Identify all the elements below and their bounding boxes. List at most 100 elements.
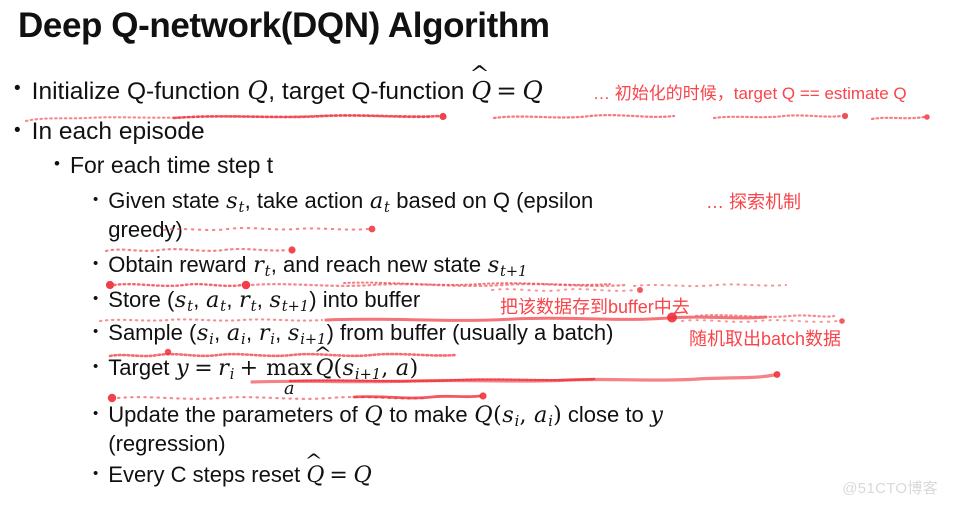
math-q: Q (247, 76, 268, 105)
text-fragment: Obtain reward (108, 252, 253, 277)
text-fragment: , (275, 320, 288, 345)
bullet-for-each-time-step-text: For each time step t (69, 152, 274, 178)
math-r: r (218, 355, 229, 381)
text-fragment: , (245, 320, 259, 345)
bullet-in-each-episode: • In each episode (14, 118, 205, 146)
text-fragment: , (193, 287, 206, 312)
bullet-every-c-steps-text: Every C steps reset Q=Q (108, 462, 372, 488)
bullet-dot: • (54, 154, 60, 173)
math-s: s (502, 402, 514, 428)
bullet-every-c-steps: • Every C steps reset Q=Q (93, 462, 372, 488)
annotation-sample-batch: 随机取出batch数据 (689, 329, 842, 349)
bullet-dot: • (93, 465, 99, 482)
annotation-initialize: … 初始化的时候，target Q == estimate Q (593, 84, 907, 103)
bullet-dot: • (93, 290, 99, 307)
bullet-dot: • (93, 191, 99, 208)
math-equals: = (329, 463, 348, 488)
math-equals: = (496, 76, 517, 105)
bullet-target: • Target y=ri+ maxaQ(si+1, a) (93, 355, 418, 399)
bullet-in-each-episode-text: In each episode (31, 118, 205, 145)
math-s: s (287, 320, 300, 346)
math-q-hat: Q (315, 356, 333, 381)
annotation-exploration: … 探索机制 (706, 192, 802, 212)
text-fragment: , take action (244, 188, 370, 213)
text-fragment: , target Q-function (268, 78, 472, 105)
text-fragment: Store ( (108, 287, 175, 312)
math-r: r (253, 252, 264, 278)
bullet-update-text: Update the parameters of Q to make Q(si,… (108, 402, 688, 457)
text-fragment: , and reach new state (270, 252, 488, 277)
math-subscript: t+1 (281, 298, 309, 315)
text-fragment: Update the parameters of (108, 402, 364, 427)
bullet-for-each-time-step: • For each time step t (54, 152, 273, 179)
math-q-hat: Q (471, 76, 491, 105)
math-a: a (369, 188, 384, 214)
bullet-target-text: Target y=ri+ maxaQ(si+1, a) (108, 355, 418, 399)
text-fragment: ( (333, 356, 343, 381)
math-y: y (176, 355, 189, 381)
bullet-dot: • (93, 358, 99, 375)
math-s: s (174, 287, 187, 313)
text-fragment: ) from buffer (usually a batch) (326, 320, 614, 345)
text-fragment: Sample ( (108, 320, 197, 345)
bullet-dot: • (14, 120, 21, 141)
bullet-update: • Update the parameters of Q to make Q(s… (93, 402, 688, 457)
bullet-initialize: • Initialize Q-function Q, target Q-func… (14, 76, 543, 106)
page-title: Deep Q-network(DQN) Algorithm (18, 6, 550, 45)
text-fragment: Initialize Q-function (31, 78, 247, 105)
math-q: Q (364, 402, 383, 428)
bullet-store-text: Store (st, at, rt, st+1) into buffer (108, 287, 420, 315)
bullet-dot: • (14, 78, 21, 99)
math-s: s (269, 287, 281, 313)
text-fragment: , (214, 320, 227, 345)
text-fragment: Target (108, 355, 176, 380)
text-fragment: , (381, 356, 396, 381)
bullet-dot: • (93, 405, 99, 422)
text-fragment: ) into buffer (309, 287, 421, 312)
math-q: Q (522, 76, 543, 105)
math-subscript: t+1 (500, 263, 528, 280)
bullet-obtain-reward-text: Obtain reward rt, and reach new state st… (108, 252, 527, 280)
text-fragment: close to (561, 402, 650, 427)
bullet-initialize-text: Initialize Q-function Q, target Q-functi… (32, 76, 544, 106)
annotation-store-buffer: 把该数据存到buffer中去 (500, 297, 690, 317)
text-fragment: Given state (108, 188, 226, 213)
text-fragment: ) (409, 356, 419, 381)
text-fragment: , (256, 287, 269, 312)
math-r: r (258, 320, 270, 346)
bullet-dot: • (93, 323, 99, 340)
math-a: a (226, 320, 241, 346)
math-s: s (342, 355, 355, 381)
slide-canvas: Deep Q-network(DQN) Algorithm • Initiali… (0, 0, 954, 506)
math-s: s (487, 252, 500, 278)
bullet-sample: • Sample (si, ai, ri, si+1) from buffer … (93, 320, 614, 348)
text-fragment: , (226, 287, 239, 312)
text-fragment: to make (383, 402, 474, 427)
watermark: @51CTO博客 (842, 480, 938, 497)
text-fragment: Every C steps reset (108, 462, 307, 487)
math-s: s (226, 188, 238, 214)
text-fragment: , (519, 403, 534, 428)
math-subscript: i (229, 366, 235, 383)
text-fragment: ( (493, 403, 502, 428)
bullet-sample-text: Sample (si, ai, ri, si+1) from buffer (u… (108, 320, 613, 348)
text-fragment: (regression) (108, 430, 226, 456)
math-q-hat: Q (306, 463, 324, 488)
bullet-given-state: • Given state st, take action at based o… (93, 188, 653, 243)
math-plus: + (239, 356, 259, 381)
bullet-given-state-text: Given state st, take action at based on … (108, 188, 653, 243)
bullet-store: • Store (st, at, rt, st+1) into buffer (93, 287, 420, 315)
math-subscript: i+1 (354, 366, 381, 383)
math-s: s (196, 320, 209, 346)
math-equals: = (194, 356, 213, 381)
math-a: a (534, 402, 548, 428)
bullet-dot: • (93, 255, 99, 272)
text-fragment: ) (553, 403, 562, 428)
math-max-operator: max a (266, 358, 312, 399)
bullet-obtain-reward: • Obtain reward rt, and reach new state … (93, 252, 528, 280)
math-r: r (239, 287, 250, 313)
math-max-label: max (266, 356, 313, 381)
math-q: Q (353, 462, 372, 488)
math-q: Q (474, 402, 493, 428)
math-a: a (395, 355, 410, 381)
